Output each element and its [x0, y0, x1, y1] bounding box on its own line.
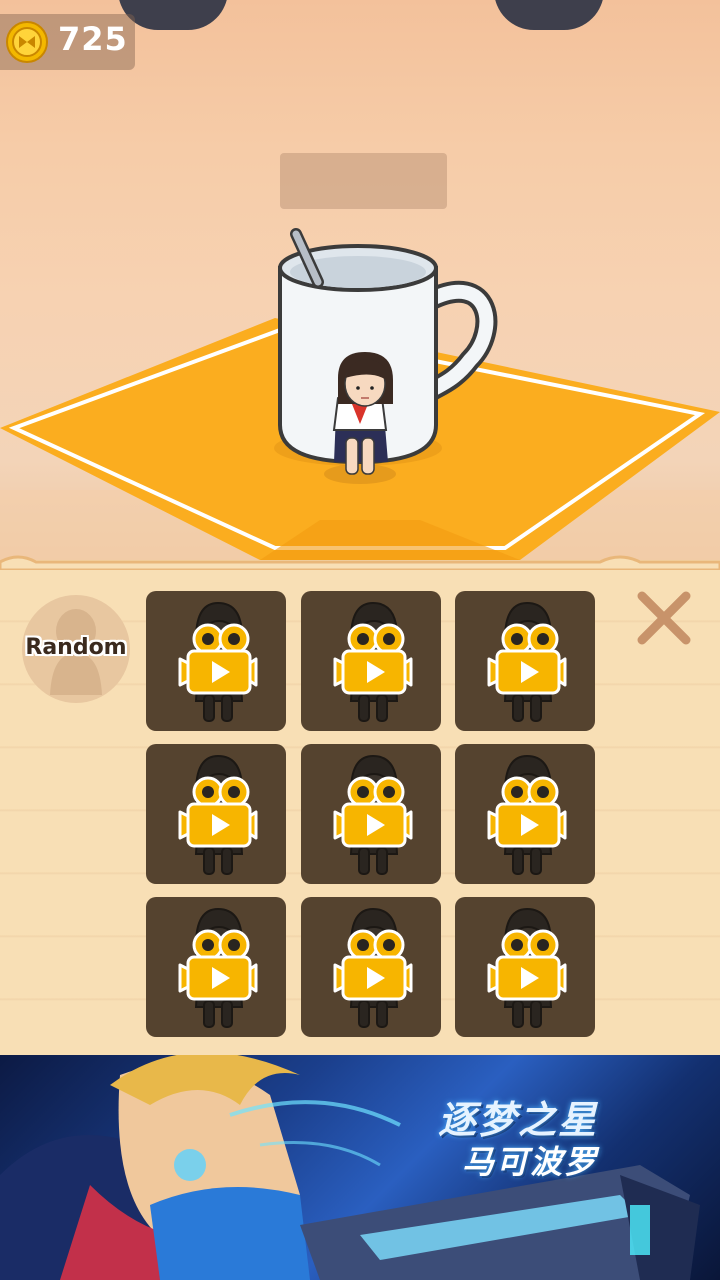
character-slot-8[interactable]	[301, 897, 441, 1037]
video-camera-icon	[178, 776, 258, 848]
random-label: Random	[25, 635, 127, 660]
video-camera-icon	[487, 776, 567, 848]
video-camera-icon	[487, 623, 567, 695]
character-slot-3[interactable]	[455, 591, 595, 731]
table-scene	[0, 228, 720, 560]
video-camera-icon	[333, 929, 413, 1001]
video-camera-icon	[333, 776, 413, 848]
video-camera-icon	[178, 623, 258, 695]
close-x-icon[interactable]	[636, 590, 692, 646]
character-slot-2[interactable]	[301, 591, 441, 731]
random-button[interactable]: Random	[22, 595, 130, 703]
ad-artwork	[0, 1055, 700, 1280]
coin-count: 725	[58, 20, 128, 58]
video-camera-icon	[487, 929, 567, 1001]
panel-wavy-edge	[0, 555, 720, 570]
character-slot-1[interactable]	[146, 591, 286, 731]
character-slot-6[interactable]	[455, 744, 595, 884]
character-slot-7[interactable]	[146, 897, 286, 1037]
ad-subtitle: 马可波罗	[462, 1143, 599, 1181]
video-camera-icon	[178, 929, 258, 1001]
coin-icon	[6, 21, 48, 63]
shelf-label-placeholder	[280, 153, 447, 209]
ad-banner[interactable]: 逐梦之星 马可波罗	[0, 1055, 720, 1280]
coin-counter: 725	[0, 14, 135, 70]
video-camera-icon	[333, 623, 413, 695]
game-scene: 725	[0, 0, 720, 560]
character-slot-5[interactable]	[301, 744, 441, 884]
character-select-panel: Random	[0, 555, 720, 1055]
character-slot-4[interactable]	[146, 744, 286, 884]
character-slot-9[interactable]	[455, 897, 595, 1037]
ad-title: 逐梦之星	[438, 1098, 599, 1142]
